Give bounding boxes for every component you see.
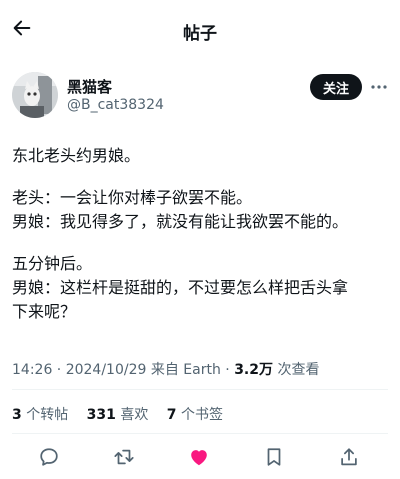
reply-icon xyxy=(40,448,58,466)
post-line: 男娘：我见得多了，就没有能让我欲罢不能的。 xyxy=(12,212,349,231)
bookmark-icon xyxy=(267,448,281,466)
reposts-stat[interactable]: 3 个转帖 xyxy=(12,407,68,423)
repost-button[interactable] xyxy=(111,444,137,470)
reposts-label: 个转帖 xyxy=(21,407,69,423)
timestamp: 14:26 · 2024/10/29 来自 Earth · xyxy=(12,362,235,378)
likes-label: 喜欢 xyxy=(115,407,149,423)
more-button[interactable] xyxy=(370,79,388,95)
bookmark-button[interactable] xyxy=(261,444,287,470)
author-handle[interactable]: @B_cat38324 xyxy=(67,97,164,113)
like-button[interactable] xyxy=(186,444,212,470)
heart-icon xyxy=(191,450,207,466)
avatar-image xyxy=(12,72,58,118)
post-meta: 14:26 · 2024/10/29 来自 Earth · 3.2万 次查看 xyxy=(12,359,319,379)
author-name[interactable]: 黑猫客 xyxy=(67,76,112,97)
post-content: 东北老头约男娘。 老头：一会让你对棒子欲罢不能。 男娘：我见得多了，就没有能让我… xyxy=(12,144,390,324)
follow-button[interactable]: 关注 xyxy=(310,74,362,100)
divider xyxy=(12,433,388,434)
views-label: 次查看 xyxy=(273,362,320,378)
post-line: 下来呢？ xyxy=(12,302,77,321)
top-bar: 帖子 xyxy=(0,0,400,60)
bookmarks-label: 个书签 xyxy=(176,407,223,423)
page-title: 帖子 xyxy=(183,24,217,44)
reply-button[interactable] xyxy=(36,444,62,470)
share-icon xyxy=(341,448,357,466)
views-count: 3.2万 xyxy=(234,362,273,378)
avatar[interactable] xyxy=(12,72,58,118)
post-line: 老头：一会让你对棒子欲罢不能。 xyxy=(12,188,253,207)
likes-stat[interactable]: 331 喜欢 xyxy=(87,407,149,423)
repost-icon xyxy=(114,449,134,465)
share-button[interactable] xyxy=(336,444,362,470)
action-bar xyxy=(0,444,400,472)
post-line: 五分钟后。 xyxy=(12,254,93,273)
post-stats: 3 个转帖 331 喜欢 7 个书签 xyxy=(12,404,237,424)
bookmarks-stat[interactable]: 7 个书签 xyxy=(167,407,223,423)
post-line: 东北老头约男娘。 xyxy=(12,146,141,165)
post-line: 男娘：这栏杆是挺甜的，不过要怎么样把舌头拿 xyxy=(12,278,349,297)
author-row: 黑猫客 @B_cat38324 关注 xyxy=(0,66,400,126)
divider xyxy=(12,389,388,390)
more-horizontal-icon xyxy=(371,85,387,89)
likes-count: 331 xyxy=(86,407,116,423)
bookmarks-count: 7 xyxy=(166,407,177,423)
reposts-count: 3 xyxy=(12,407,22,423)
